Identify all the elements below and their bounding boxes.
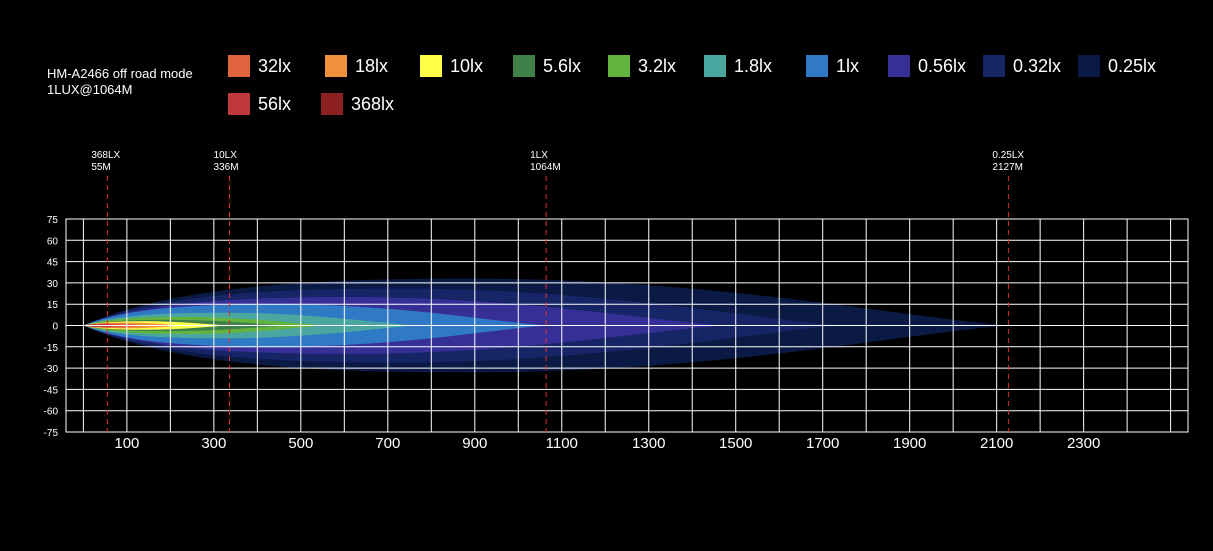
x-tick-label: 2100 xyxy=(980,435,1013,452)
y-tick-label: -60 xyxy=(44,407,59,418)
marker-distance-label: 55M xyxy=(91,162,110,173)
marker-distance-label: 336M xyxy=(214,162,239,173)
x-tick-label: 2300 xyxy=(1067,435,1100,452)
x-tick-label: 1500 xyxy=(719,435,752,452)
x-tick-label: 500 xyxy=(288,435,313,452)
y-tick-label: 0 xyxy=(52,322,58,333)
y-tick-label: 60 xyxy=(47,236,59,247)
marker-lux-label: 0.25LX xyxy=(992,150,1024,161)
isolux-chart: 75 60 45 30 15 0 -15 -30 -45 -60 -75 100 300 500 700 90… xyxy=(44,150,1189,452)
marker-distance-label: 1064M xyxy=(530,162,561,173)
y-tick-label: -45 xyxy=(44,385,59,396)
x-tick-label: 1100 xyxy=(546,435,578,452)
y-tick-label: 45 xyxy=(47,258,59,269)
marker-lux-label: 368LX xyxy=(91,150,120,161)
y-tick-label: -75 xyxy=(44,428,59,439)
y-tick-label: 75 xyxy=(47,215,59,226)
x-tick-label: 300 xyxy=(201,435,226,452)
x-tick-label: 900 xyxy=(462,435,487,452)
x-tick-label: 100 xyxy=(114,435,139,452)
marker-distance-label: 2127M xyxy=(992,162,1023,173)
marker-lux-label: 1LX xyxy=(530,150,548,161)
y-tick-label: -15 xyxy=(44,343,59,354)
y-tick-label: 30 xyxy=(47,279,59,290)
x-tick-label: 1900 xyxy=(893,435,926,452)
x-tick-label: 700 xyxy=(375,435,400,452)
y-tick-label: -30 xyxy=(44,364,59,375)
y-tick-label: 15 xyxy=(47,300,59,311)
x-tick-label: 1300 xyxy=(632,435,665,452)
marker-lux-label: 10LX xyxy=(214,150,238,161)
x-tick-label: 1700 xyxy=(806,435,839,452)
